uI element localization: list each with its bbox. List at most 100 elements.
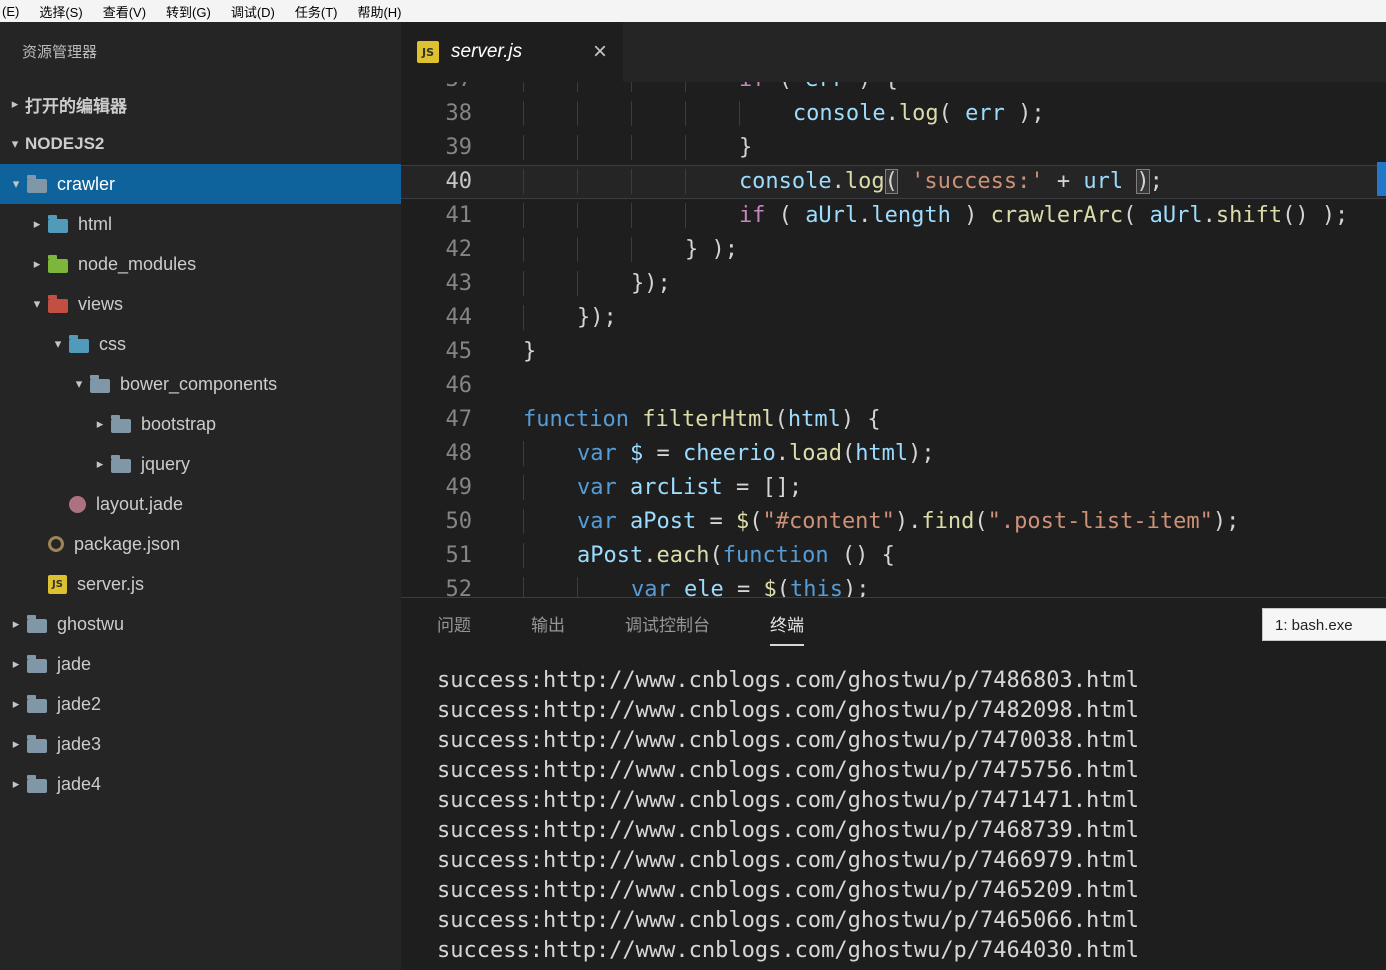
terminal-line[interactable]: success:http://www.cnblogs.com/ghostwu/p…: [437, 936, 1386, 966]
tree-item-jade[interactable]: ▸jade: [0, 644, 401, 684]
panel-tab-output[interactable]: 输出: [531, 611, 565, 646]
tree-item-jquery[interactable]: ▸jquery: [0, 444, 401, 484]
code-line[interactable]: 42 } );: [401, 233, 1386, 267]
panel-tab-debug-console[interactable]: 调试控制台: [625, 611, 710, 646]
code-token: aUrl: [805, 203, 858, 228]
code-line[interactable]: 49 var arcList = [];: [401, 471, 1386, 505]
tree-item-bower-components[interactable]: ▾bower_components: [0, 364, 401, 404]
code-token: ): [951, 203, 991, 228]
editor-tab-server-js[interactable]: JS server.js ×: [401, 22, 623, 82]
code-token: filterHtml: [642, 407, 774, 432]
terminal-line[interactable]: success:http://www.cnblogs.com/ghostwu/p…: [437, 906, 1386, 936]
code-content: 37 if ( err ) {38 console.log( err );39 …: [401, 82, 1386, 597]
code-token: var: [631, 577, 671, 597]
code-line[interactable]: 39 }: [401, 131, 1386, 165]
terminal-line[interactable]: success:http://www.cnblogs.com/ghostwu/p…: [437, 846, 1386, 876]
code-line[interactable]: 43 });: [401, 267, 1386, 301]
code-editor[interactable]: 37 if ( err ) {38 console.log( err );39 …: [401, 82, 1386, 597]
line-number: 37: [401, 82, 499, 97]
tree-item-html[interactable]: ▸html: [0, 204, 401, 244]
code-line[interactable]: 51 aPost.each(function () {: [401, 539, 1386, 573]
code-token: (: [765, 82, 805, 92]
code-line[interactable]: 50 var aPost = $("#content").find(".post…: [401, 505, 1386, 539]
chevron-down-icon: ▾: [47, 336, 69, 352]
menu-item-tasks[interactable]: 任务(T): [285, 2, 348, 21]
folder-blue-icon: [69, 339, 89, 353]
line-number: 39: [401, 131, 499, 165]
code-token: [617, 475, 630, 500]
tree-item-layout-jade[interactable]: layout.jade: [0, 484, 401, 524]
code-token: (: [939, 101, 966, 126]
chevron-right-icon: ▸: [89, 416, 111, 432]
code-token: err: [805, 82, 845, 92]
tree-item-views[interactable]: ▾views: [0, 284, 401, 324]
tree-item-label: jade: [57, 654, 91, 675]
code-token: } );: [685, 237, 738, 262]
tree-item-jade2[interactable]: ▸jade2: [0, 684, 401, 724]
close-icon[interactable]: ×: [593, 40, 607, 64]
code-token: cheerio: [683, 441, 776, 466]
tree-item-ghostwu[interactable]: ▸ghostwu: [0, 604, 401, 644]
terminal-line[interactable]: success:http://www.cnblogs.com/ghostwu/p…: [437, 756, 1386, 786]
line-number: 51: [401, 539, 499, 573]
code-text: console.log( err );: [499, 97, 1045, 131]
menu-item-debug[interactable]: 调试(D): [221, 2, 285, 21]
tree-item-server-js[interactable]: JSserver.js: [0, 564, 401, 604]
line-number: 41: [401, 199, 499, 233]
tree-item-node-modules[interactable]: ▸node_modules: [0, 244, 401, 284]
terminal-picker[interactable]: 1: bash.exe: [1262, 608, 1386, 641]
line-number: 47: [401, 403, 499, 437]
indent-guide: [577, 203, 631, 228]
open-editors-section[interactable]: ▸ 打开的编辑器: [0, 84, 401, 124]
tree-item-label: crawler: [57, 174, 115, 195]
code-line[interactable]: 44 });: [401, 301, 1386, 335]
folder-blue-icon: [48, 219, 68, 233]
line-number: 50: [401, 505, 499, 539]
code-token: .: [776, 441, 789, 466]
code-token: if: [739, 203, 766, 228]
indent-guide: [685, 101, 739, 126]
code-line[interactable]: 41 if ( aUrl.length ) crawlerArc( aUrl.s…: [401, 199, 1386, 233]
code-line[interactable]: 45}: [401, 335, 1386, 369]
folder-green-icon: [48, 259, 68, 273]
indent-guide: [523, 475, 577, 500]
panel-tab-terminal[interactable]: 终端: [770, 611, 804, 646]
terminal-line[interactable]: success:http://www.cnblogs.com/ghostwu/p…: [437, 726, 1386, 756]
code-line[interactable]: 40 console.log( 'success:' + url );: [401, 165, 1386, 199]
tree-item-package-json[interactable]: package.json: [0, 524, 401, 564]
code-line[interactable]: 46: [401, 369, 1386, 403]
code-token: url: [1083, 169, 1123, 194]
terminal-line[interactable]: success:http://www.cnblogs.com/ghostwu/p…: [437, 786, 1386, 816]
code-line[interactable]: 38 console.log( err );: [401, 97, 1386, 131]
code-token: find: [921, 509, 974, 534]
indent-guide: [631, 169, 685, 194]
chevron-right-icon: ▸: [5, 776, 27, 792]
code-text: });: [499, 267, 671, 301]
tree-item-jade4[interactable]: ▸jade4: [0, 764, 401, 804]
tree-item-label: server.js: [77, 574, 144, 595]
tree-item-jade3[interactable]: ▸jade3: [0, 724, 401, 764]
terminal-line[interactable]: success:http://www.cnblogs.com/ghostwu/p…: [437, 876, 1386, 906]
menu-item-goto[interactable]: 转到(G): [156, 2, 221, 21]
panel-tab-problems[interactable]: 问题: [437, 611, 471, 646]
indent-guide: [685, 135, 739, 160]
terminal-line[interactable]: success:http://www.cnblogs.com/ghostwu/p…: [437, 816, 1386, 846]
terminal-line[interactable]: success:http://www.cnblogs.com/ghostwu/p…: [437, 666, 1386, 696]
code-line[interactable]: 37 if ( err ) {: [401, 82, 1386, 97]
code-token: this: [790, 577, 843, 597]
workspace-root-section[interactable]: ▾ NODEJS2: [0, 124, 401, 164]
code-line[interactable]: 48 var $ = cheerio.load(html);: [401, 437, 1386, 471]
code-token: var: [577, 475, 617, 500]
code-token: .: [1203, 203, 1216, 228]
tree-item-css[interactable]: ▾css: [0, 324, 401, 364]
tree-item-crawler[interactable]: ▾crawler: [0, 164, 401, 204]
code-line[interactable]: 47function filterHtml(html) {: [401, 403, 1386, 437]
tree-item-bootstrap[interactable]: ▸bootstrap: [0, 404, 401, 444]
menu-item-view[interactable]: 查看(V): [93, 2, 156, 21]
code-line[interactable]: 52 var ele = $(this);: [401, 573, 1386, 597]
menu-item-selection[interactable]: 选择(S): [29, 2, 92, 21]
menu-item-help[interactable]: 帮助(H): [347, 2, 411, 21]
code-text: if ( err ) {: [499, 82, 898, 97]
terminal-line[interactable]: success:http://www.cnblogs.com/ghostwu/p…: [437, 696, 1386, 726]
menu-item-edit-partial[interactable]: (E): [0, 4, 29, 19]
